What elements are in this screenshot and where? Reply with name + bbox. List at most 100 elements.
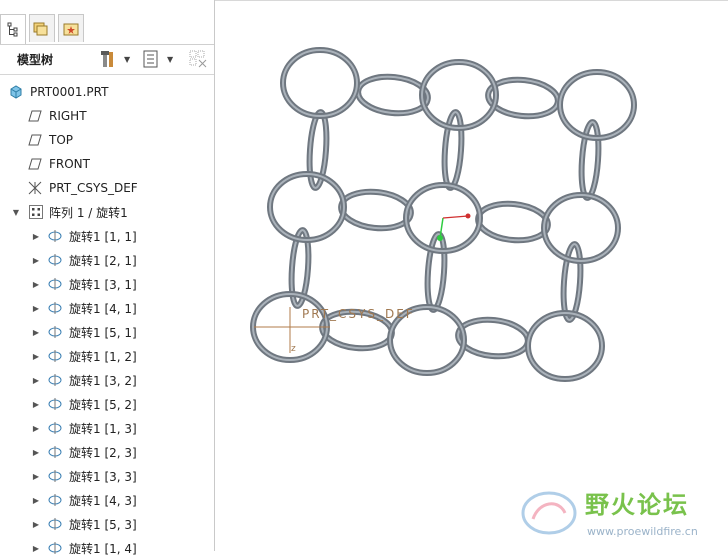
tree-title: 模型树 [17,53,54,67]
revolve-icon [47,324,63,340]
tree-root-label: PRT0001.PRT [30,85,109,99]
revolve-icon [47,492,63,508]
tree-pattern-item[interactable]: ▶ 旋转1 [1, 2] [0,344,214,368]
vertical-ring[interactable] [424,231,448,313]
tree-datum-label: RIGHT [49,109,87,123]
tree-pattern-label: 阵列 1 / 旋转1 [49,205,128,220]
caret-right-icon[interactable]: ▶ [31,399,41,409]
tree-datum-top[interactable]: TOP [0,128,214,152]
revolve-icon [47,420,63,436]
caret-right-icon[interactable]: ▶ [31,375,41,385]
caret-right-icon[interactable]: ▶ [31,519,41,529]
selection-triad[interactable] [437,213,471,242]
tree-pattern-item[interactable]: ▶ 旋转1 [5, 3] [0,512,214,536]
tree-csys-label: PRT_CSYS_DEF [49,181,138,195]
tree-pattern-item-label: 旋转1 [3, 2] [69,373,137,388]
settings-button[interactable]: ▼ [100,48,130,70]
revolve-icon [47,276,63,292]
datum-plane-icon [27,108,43,124]
datum-plane-icon [27,132,43,148]
caret-right-icon[interactable]: ▶ [31,303,41,313]
tree-pattern-item-label: 旋转1 [2, 3] [69,445,137,460]
caret-right-icon[interactable]: ▶ [31,543,41,553]
revolve-icon [47,348,63,364]
tree-pattern-item[interactable]: ▶ 旋转1 [5, 2] [0,392,214,416]
tree-pattern-item-label: 旋转1 [1, 2] [69,349,137,364]
tree-datum-front[interactable]: FRONT [0,152,214,176]
tree-pattern-item[interactable]: ▶ 旋转1 [1, 3] [0,416,214,440]
tab-favorites[interactable] [58,14,84,42]
tree-pattern-item[interactable]: ▶ 旋转1 [1, 1] [0,224,214,248]
tree-pattern-item[interactable]: ▶ 旋转1 [2, 1] [0,248,214,272]
caret-right-icon[interactable]: ▶ [31,471,41,481]
pattern-icon [28,204,44,220]
hammer-icon [101,51,113,67]
tree-pattern-item[interactable]: ▶ 旋转1 [3, 3] [0,464,214,488]
axis-z-label: z [291,344,296,354]
tree-pattern-item-label: 旋转1 [4, 3] [69,493,137,508]
revolve-icon [47,468,63,484]
favorites-icon [63,23,79,35]
tree-pattern-item[interactable]: ▶ 旋转1 [3, 1] [0,272,214,296]
revolve-icon [47,228,63,244]
tree-datum-right[interactable]: RIGHT [0,104,214,128]
filter-button[interactable] [188,48,208,70]
caret-right-icon[interactable]: ▶ [31,495,41,505]
tree-pattern-item-label: 旋转1 [1, 4] [69,541,137,556]
tree-pattern-item-label: 旋转1 [2, 1] [69,253,137,268]
tree-csys[interactable]: PRT_CSYS_DEF [0,176,214,200]
tree-pattern[interactable]: ▼ 阵列 1 / 旋转1 [0,200,214,224]
horizontal-ring[interactable] [355,73,431,117]
caret-right-icon[interactable]: ▶ [31,279,41,289]
model-tree-panel: 模型树 ▼ ▼ PRT0001.PRT RIGHT TOP FRONT PRT_… [0,0,215,556]
graphics-viewport[interactable]: PRT_CSYS_DEFz [215,1,728,551]
tree-pattern-item-label: 旋转1 [1, 1] [69,229,137,244]
tree-pattern-item[interactable]: ▶ 旋转1 [5, 1] [0,320,214,344]
caret-right-icon[interactable]: ▶ [31,327,41,337]
tree-icon [7,22,18,36]
caret-right-icon[interactable]: ▶ [31,351,41,361]
tree-pattern-item[interactable]: ▶ 旋转1 [4, 1] [0,296,214,320]
caret-right-icon[interactable]: ▶ [31,447,41,457]
caret-down-icon[interactable]: ▼ [11,207,21,217]
main-ring[interactable] [280,47,360,119]
revolve-icon [47,252,63,268]
tree-pattern-item[interactable]: ▶ 旋转1 [1, 4] [0,536,214,560]
csys-icon [27,180,43,196]
list-icon [143,50,158,68]
tree-pattern-item[interactable]: ▶ 旋转1 [2, 3] [0,440,214,464]
tree-pattern-item-label: 旋转1 [5, 2] [69,397,137,412]
tab-folder-browser[interactable] [29,14,55,42]
tree-pattern-item-label: 旋转1 [4, 1] [69,301,137,316]
chevron-down-icon: ▼ [124,54,131,64]
tree-pattern-item-label: 旋转1 [3, 1] [69,277,137,292]
folder-icon [33,22,48,35]
tree-datum-label: TOP [49,133,74,147]
filter-icon [189,50,207,68]
horizontal-ring[interactable] [475,200,551,244]
horizontal-ring[interactable] [455,316,531,360]
tree-toolbar: 模型树 ▼ ▼ [0,44,214,75]
tab-model-tree[interactable] [0,14,26,44]
revolve-icon [47,372,63,388]
panel-tabs [0,14,214,45]
tree-pattern-item[interactable]: ▶ 旋转1 [3, 2] [0,368,214,392]
tree-pattern-item[interactable]: ▶ 旋转1 [4, 3] [0,488,214,512]
csys-label: PRT_CSYS_DEF [302,307,415,321]
caret-right-icon[interactable]: ▶ [31,423,41,433]
datum-plane-icon [27,156,43,172]
chain-mail-model[interactable]: PRT_CSYS_DEFz [215,1,728,551]
main-ring[interactable] [525,310,605,382]
watermark-title: 野火论坛 [585,491,689,519]
revolve-icon [47,444,63,460]
caret-right-icon[interactable]: ▶ [31,231,41,241]
tree-pattern-item-label: 旋转1 [3, 3] [69,469,137,484]
revolve-icon [47,396,63,412]
tree-datum-label: FRONT [49,157,90,171]
show-button[interactable]: ▼ [143,48,173,70]
horizontal-ring[interactable] [338,188,414,232]
tree-pattern-item-label: 旋转1 [1, 3] [69,421,137,436]
tree-root[interactable]: PRT0001.PRT [0,80,214,104]
caret-right-icon[interactable]: ▶ [31,255,41,265]
tree-pattern-item-label: 旋转1 [5, 1] [69,325,137,340]
